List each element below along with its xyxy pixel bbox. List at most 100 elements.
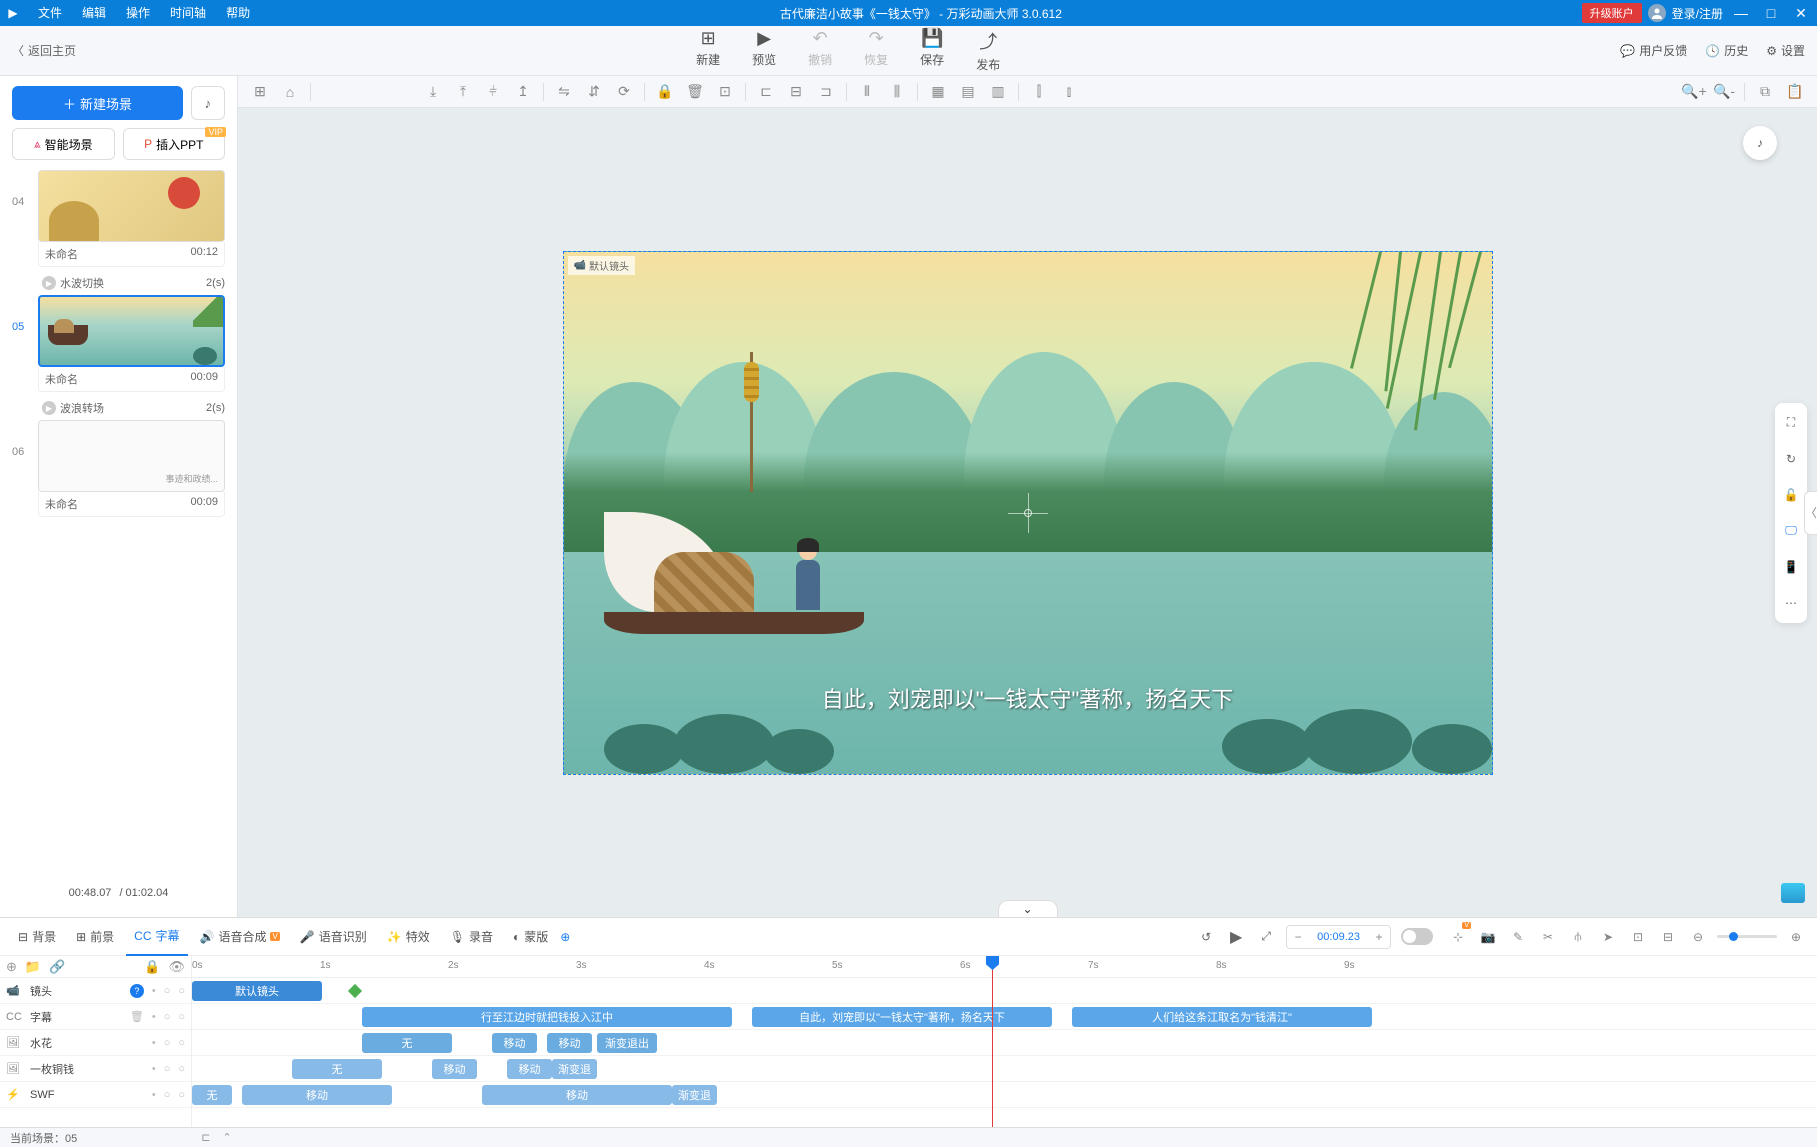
canvas-subtitle[interactable]: 自此，刘宠即以"一钱太守"著称，扬名天下 — [564, 682, 1492, 714]
scene-transition-04[interactable]: ▶水波切换2(s) — [12, 271, 225, 295]
window-close-icon[interactable]: ✕ — [1789, 0, 1813, 26]
distribute-v-icon[interactable]: ⫼ — [883, 80, 911, 104]
align-up-icon[interactable]: ↥ — [509, 80, 537, 104]
phone-icon[interactable]: 📱 — [1779, 555, 1803, 579]
canvas-collapse-toggle[interactable]: ⌄ — [998, 900, 1058, 917]
redo-button[interactable]: ↷恢复 — [864, 28, 888, 73]
align-bottom-icon[interactable]: ⤓ — [419, 80, 447, 104]
track-row-subtitle[interactable]: CC 字幕 🗑 • ○ ○ — [0, 1004, 191, 1030]
keyframe-dot-icon[interactable]: • — [152, 985, 156, 997]
settings-button[interactable]: ⚙设置 — [1766, 42, 1805, 59]
tab-effects[interactable]: ✨特效 — [379, 918, 438, 956]
clip-coin-none[interactable]: 无 — [292, 1059, 382, 1079]
arrow-tool-icon[interactable]: ➤ — [1597, 926, 1619, 948]
track-spray[interactable]: 无 移动 移动 渐变退出 — [192, 1030, 1817, 1056]
track-row-swf[interactable]: ⚡ SWF • ○ ○ — [0, 1082, 191, 1108]
spacing-v-icon[interactable]: ⫾ — [1055, 80, 1083, 104]
scene-thumbnail[interactable]: 事迹和政绩... — [38, 420, 225, 492]
distribute-h-icon[interactable]: ⫴ — [853, 80, 881, 104]
new-scene-button[interactable]: ＋新建场景 — [12, 86, 183, 120]
layer-tool3-icon[interactable]: ▥ — [984, 80, 1012, 104]
track-lock-icon[interactable]: ○ — [164, 1037, 171, 1049]
track-eye-icon[interactable]: ○ — [178, 1037, 185, 1049]
scene-thumbnail[interactable] — [38, 295, 225, 367]
zoom-out-timeline-icon[interactable]: ⊖ — [1687, 926, 1709, 948]
scene-item-04[interactable]: 04 未命名00:12 — [12, 170, 225, 267]
menu-help[interactable]: 帮助 — [216, 0, 260, 26]
track-row-spray[interactable]: 🖼 水花 • ○ ○ — [0, 1030, 191, 1056]
insert-ppt-button[interactable]: P插入PPTVIP — [123, 128, 226, 160]
zoom-in-timeline-icon[interactable]: ⊕ — [1785, 926, 1807, 948]
home-icon[interactable]: ⌂ — [276, 80, 304, 104]
status-up-icon[interactable]: ⌃ — [222, 1131, 231, 1144]
user-avatar-icon[interactable] — [1648, 4, 1666, 22]
menu-timeline[interactable]: 时间轴 — [160, 0, 216, 26]
edit-tool-icon[interactable]: ✎ — [1507, 926, 1529, 948]
time-decrease-button[interactable]: − — [1287, 930, 1309, 944]
visibility-icon[interactable]: 👁 — [168, 959, 185, 975]
track-lock-icon[interactable]: ○ — [164, 1011, 171, 1023]
clip-subtitle-2[interactable]: 自此，刘宠即以"一钱太守"著称，扬名天下 — [752, 1007, 1052, 1027]
track-row-camera[interactable]: 📹 镜头 ? • ○ ○ — [0, 978, 191, 1004]
track-lock-icon[interactable]: ○ — [164, 1089, 171, 1101]
track-area[interactable]: 0s 1s 2s 3s 4s 5s 6s 7s 8s 9s 默认镜头 行至江边时… — [192, 956, 1817, 1127]
camera-tool-icon[interactable]: 📷 — [1477, 926, 1499, 948]
lock-all-icon[interactable]: 🔒 — [144, 959, 160, 975]
align-vcenter-icon[interactable]: ⫩ — [479, 80, 507, 104]
layer-tool-icon[interactable]: ▦ — [924, 80, 952, 104]
align-hcenter-icon[interactable]: ⊟ — [782, 80, 810, 104]
window-minimize-icon[interactable]: — — [1729, 0, 1753, 26]
more-icon[interactable]: ⋯ — [1779, 591, 1803, 615]
tab-asr[interactable]: 🎤语音识别 — [292, 918, 375, 956]
menu-file[interactable]: 文件 — [28, 0, 72, 26]
rewind-icon[interactable]: ↺ — [1196, 927, 1216, 947]
assets-panel-icon[interactable] — [1781, 883, 1805, 903]
clip-spray-none[interactable]: 无 — [362, 1033, 452, 1053]
delete-icon[interactable]: 🗑 — [681, 80, 709, 104]
timeline-ruler[interactable]: 0s 1s 2s 3s 4s 5s 6s 7s 8s 9s — [192, 956, 1817, 978]
keyframe-dot-icon[interactable]: • — [152, 1089, 156, 1101]
fullscreen-icon[interactable]: ⛶ — [1779, 411, 1803, 435]
user-feedback-button[interactable]: 💬用户反馈 — [1620, 42, 1687, 59]
clip-subtitle-1[interactable]: 行至江边时就把钱投入江中 — [362, 1007, 732, 1027]
lock-icon[interactable]: 🔒 — [651, 80, 679, 104]
menu-edit[interactable]: 编辑 — [72, 0, 116, 26]
keyframe-diamond[interactable] — [348, 984, 362, 998]
clip-spray-move1[interactable]: 移动 — [492, 1033, 537, 1053]
save-button[interactable]: 💾保存 — [920, 28, 944, 73]
keyframe-tool-icon[interactable]: ⊹V — [1447, 926, 1469, 948]
help-icon[interactable]: ? — [130, 984, 144, 998]
filter-tool-icon[interactable]: ⫛ — [1567, 926, 1589, 948]
number-tool-icon[interactable]: ⊟ — [1657, 926, 1679, 948]
flip-h-icon[interactable]: ⇋ — [550, 80, 578, 104]
clip-spray-move2[interactable]: 移动 — [547, 1033, 592, 1053]
track-eye-icon[interactable]: ○ — [178, 1011, 185, 1023]
scene-thumbnail[interactable] — [38, 170, 225, 242]
tab-record[interactable]: 🎙录音 — [442, 918, 501, 956]
clip-swf-none[interactable]: 无 — [192, 1085, 232, 1105]
status-collapse-icon[interactable]: ⊏ — [201, 1131, 210, 1144]
clip-coin-move1[interactable]: 移动 — [432, 1059, 477, 1079]
right-panel-expand-icon[interactable]: 〈 — [1804, 491, 1817, 535]
canvas-scene[interactable]: 📹 默认镜头 — [563, 251, 1493, 775]
clip-coin-fadeout[interactable]: 渐变退 — [552, 1059, 597, 1079]
back-to-home-button[interactable]: 〈 返回主页 — [12, 42, 76, 59]
time-increase-button[interactable]: + — [1368, 930, 1390, 944]
zoom-slider[interactable] — [1717, 935, 1777, 938]
paste-icon[interactable]: 📋 — [1781, 80, 1809, 104]
add-track-icon[interactable]: ⊕ — [6, 959, 17, 975]
unlock-icon[interactable]: 🔓 — [1779, 483, 1803, 507]
scene-item-06[interactable]: 06 事迹和政绩... 未命名00:09 — [12, 420, 225, 517]
zoom-in-icon[interactable]: 🔍+ — [1680, 80, 1708, 104]
music-button[interactable]: ♪ — [191, 86, 225, 120]
tab-foreground[interactable]: ⊞前景 — [68, 918, 122, 956]
preview-button[interactable]: ▶预览 — [752, 28, 776, 73]
copy-icon[interactable]: ⧉ — [1751, 80, 1779, 104]
track-lock-icon[interactable]: ○ — [164, 1063, 171, 1075]
flip-v-icon[interactable]: ⇵ — [580, 80, 608, 104]
playhead[interactable] — [992, 956, 993, 1127]
undo-button[interactable]: ↶撤销 — [808, 28, 832, 73]
rotate-tool-icon[interactable]: ↻ — [1779, 447, 1803, 471]
keyframe-dot-icon[interactable]: • — [152, 1011, 156, 1023]
canvas-viewport[interactable]: 📹 默认镜头 — [238, 108, 1817, 917]
